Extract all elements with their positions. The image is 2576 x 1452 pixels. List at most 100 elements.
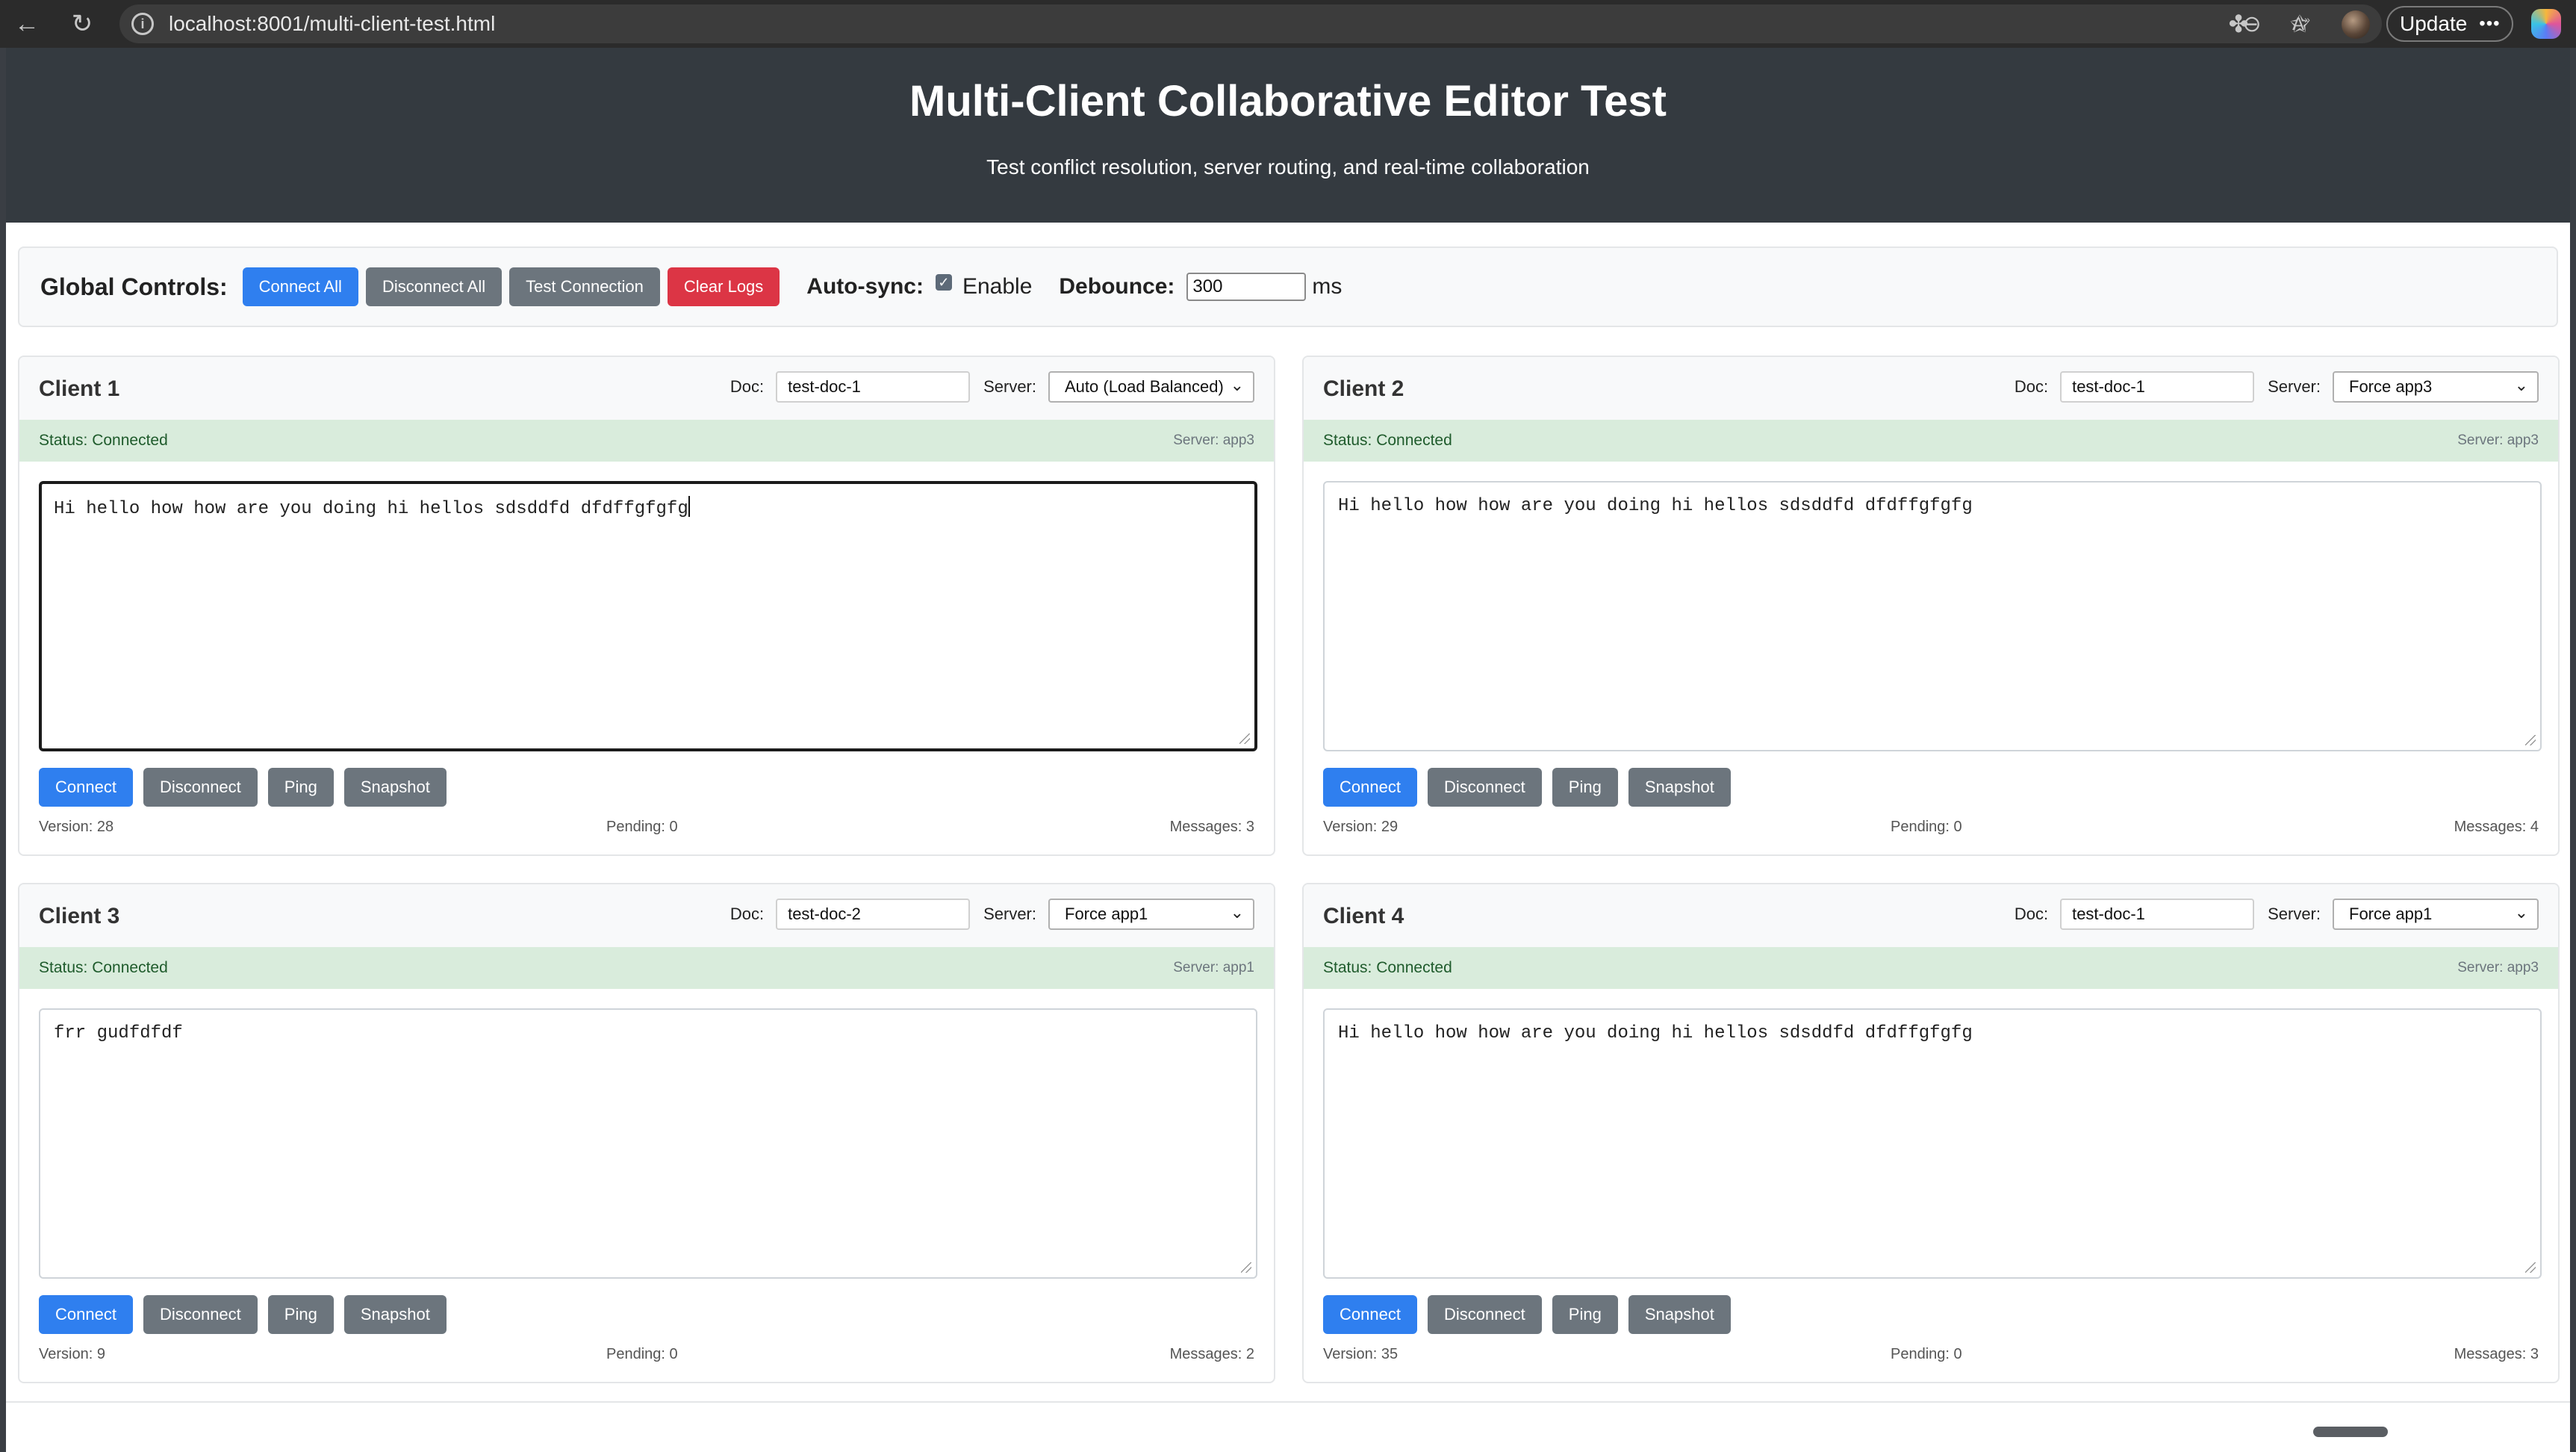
resize-handle-icon[interactable] xyxy=(2525,1262,2536,1273)
text-caret xyxy=(688,496,690,517)
client-panel-1: Client 1 Doc: test-doc-1 Server: Auto (L… xyxy=(18,356,1275,856)
site-info-icon[interactable]: i xyxy=(131,13,154,35)
editor-content: Hi hello how how are you doing hi hellos… xyxy=(1338,1023,1973,1043)
ping-button[interactable]: Ping xyxy=(267,1295,334,1334)
extensions-icon[interactable]: ✤ xyxy=(2224,9,2253,39)
client-actions: Connect Disconnect Ping Snapshot xyxy=(39,1295,457,1334)
copilot-icon[interactable] xyxy=(2531,9,2561,39)
connect-button[interactable]: Connect xyxy=(1323,768,1417,807)
menu-dots-icon[interactable]: ••• xyxy=(2479,13,2500,34)
back-arrow-icon[interactable]: ← xyxy=(10,7,43,40)
snapshot-button[interactable]: Snapshot xyxy=(1628,1295,1731,1334)
document-editor[interactable]: Hi hello how how are you doing hi hellos… xyxy=(39,481,1257,751)
client-panel-header: Client 3 Doc: test-doc-2 Server: Force a… xyxy=(19,884,1274,947)
disconnect-all-button[interactable]: Disconnect All xyxy=(365,267,503,306)
doc-id-input[interactable]: test-doc-1 xyxy=(2060,899,2255,930)
disconnect-button[interactable]: Disconnect xyxy=(143,768,258,807)
snapshot-button[interactable]: Snapshot xyxy=(343,1295,447,1334)
resize-handle-icon[interactable] xyxy=(1239,733,1250,744)
autosync-enable-label: Enable xyxy=(962,274,1033,299)
status-bar: Status: Connected Server: app3 xyxy=(1304,420,2558,462)
doc-id-input[interactable]: test-doc-2 xyxy=(776,899,971,930)
chevron-down-icon: ⌄ xyxy=(2514,903,2528,922)
client-title: Client 1 xyxy=(39,376,120,401)
server-select[interactable]: Auto (Load Balanced) ⌄ xyxy=(1048,371,1254,403)
autosync-group: Auto-sync: ✓ Enable xyxy=(806,274,1032,300)
pending-count: Pending: 0 xyxy=(606,819,678,835)
client-panel-header: Client 4 Doc: test-doc-1 Server: Force a… xyxy=(1304,884,2558,947)
document-editor[interactable]: Hi hello how how are you doing hi hellos… xyxy=(1323,481,2542,751)
server-label: Server: xyxy=(983,905,1036,923)
page-viewport: Multi-Client Collaborative Editor Test T… xyxy=(0,48,2576,1452)
disconnect-button[interactable]: Disconnect xyxy=(143,1295,258,1334)
clear-logs-button[interactable]: Clear Logs xyxy=(667,267,780,306)
client-stats: Version: 9 Pending: 0 Messages: 2 xyxy=(39,1346,1254,1368)
ping-button[interactable]: Ping xyxy=(267,768,334,807)
client-panel-2: Client 2 Doc: test-doc-1 Server: Force a… xyxy=(1302,356,2560,856)
connection-status: Status: Connected xyxy=(39,959,168,976)
editor-content: frr gudfdfdf xyxy=(54,1023,183,1043)
pending-count: Pending: 0 xyxy=(1891,819,1962,835)
page-header: Multi-Client Collaborative Editor Test T… xyxy=(6,48,2570,223)
resize-handle-icon[interactable] xyxy=(1241,1262,1251,1273)
client-settings: Doc: test-doc-2 Server: Force app1 ⌄ xyxy=(730,898,1254,931)
resize-handle-icon[interactable] xyxy=(2525,735,2536,745)
server-label: Server: xyxy=(983,377,1036,396)
favorites-icon[interactable]: ✩ xyxy=(2285,9,2315,39)
address-bar[interactable]: i localhost:8001/multi-client-test.html … xyxy=(119,4,2382,43)
server-select-value: Force app3 xyxy=(2349,377,2433,396)
client-panel-4: Client 4 Doc: test-doc-1 Server: Force a… xyxy=(1302,883,2560,1383)
client-stats: Version: 28 Pending: 0 Messages: 3 xyxy=(39,819,1254,841)
server-select[interactable]: Force app1 ⌄ xyxy=(2333,899,2539,930)
messages-count: Messages: 3 xyxy=(1169,819,1254,835)
ping-button[interactable]: Ping xyxy=(1552,1295,1618,1334)
client-panel-3: Client 3 Doc: test-doc-2 Server: Force a… xyxy=(18,883,1275,1383)
server-select-value: Force app1 xyxy=(1065,905,1148,923)
pending-count: Pending: 0 xyxy=(1891,1346,1962,1362)
disconnect-button[interactable]: Disconnect xyxy=(1427,1295,1542,1334)
global-controls-label: Global Controls: xyxy=(40,273,228,300)
status-bar: Status: Connected Server: app3 xyxy=(19,420,1274,462)
messages-count: Messages: 4 xyxy=(2454,819,2539,835)
doc-id-input[interactable]: test-doc-1 xyxy=(2060,371,2255,403)
chevron-down-icon: ⌄ xyxy=(1230,903,1244,922)
server-select[interactable]: Force app3 ⌄ xyxy=(2333,371,2539,403)
client-title: Client 4 xyxy=(1323,904,1404,928)
version-count: Version: 28 xyxy=(39,819,114,835)
server-info: Server: app3 xyxy=(1173,432,1254,448)
horizontal-scrollbar[interactable] xyxy=(2313,1427,2388,1437)
connection-status: Status: Connected xyxy=(1323,432,1452,449)
status-bar: Status: Connected Server: app1 xyxy=(19,947,1274,989)
connection-status: Status: Connected xyxy=(1323,959,1452,976)
test-connection-button[interactable]: Test Connection xyxy=(509,267,660,306)
document-editor[interactable]: frr gudfdfdf xyxy=(39,1008,1257,1279)
connect-button[interactable]: Connect xyxy=(1323,1295,1417,1334)
client-title: Client 2 xyxy=(1323,376,1404,401)
update-button[interactable]: Update ••• xyxy=(2386,6,2513,42)
client-stats: Version: 29 Pending: 0 Messages: 4 xyxy=(1323,819,2539,841)
profile-avatar[interactable] xyxy=(2342,10,2370,39)
doc-label: Doc: xyxy=(2014,377,2049,396)
client-actions: Connect Disconnect Ping Snapshot xyxy=(1323,768,1741,807)
client-panel-header: Client 1 Doc: test-doc-1 Server: Auto (L… xyxy=(19,357,1274,420)
connect-button[interactable]: Connect xyxy=(39,1295,133,1334)
connect-all-button[interactable]: Connect All xyxy=(242,267,358,306)
server-select[interactable]: Force app1 ⌄ xyxy=(1048,899,1254,930)
snapshot-button[interactable]: Snapshot xyxy=(343,768,447,807)
disconnect-button[interactable]: Disconnect xyxy=(1427,768,1542,807)
document-editor[interactable]: Hi hello how how are you doing hi hellos… xyxy=(1323,1008,2542,1279)
chevron-down-icon: ⌄ xyxy=(1230,376,1244,394)
doc-id-input[interactable]: test-doc-1 xyxy=(776,371,971,403)
server-info: Server: app3 xyxy=(2457,432,2539,448)
debounce-input[interactable] xyxy=(1186,273,1307,301)
pending-count: Pending: 0 xyxy=(606,1346,678,1362)
url-text[interactable]: localhost:8001/multi-client-test.html xyxy=(169,12,495,36)
connect-button[interactable]: Connect xyxy=(39,768,133,807)
server-select-value: Auto (Load Balanced) xyxy=(1065,377,1224,396)
messages-count: Messages: 3 xyxy=(2454,1346,2539,1362)
autosync-checkbox[interactable]: ✓ xyxy=(935,274,952,291)
reload-icon[interactable]: ↻ xyxy=(66,7,99,40)
main-content: Global Controls: Connect All Disconnect … xyxy=(6,223,2570,1452)
snapshot-button[interactable]: Snapshot xyxy=(1628,768,1731,807)
ping-button[interactable]: Ping xyxy=(1552,768,1618,807)
